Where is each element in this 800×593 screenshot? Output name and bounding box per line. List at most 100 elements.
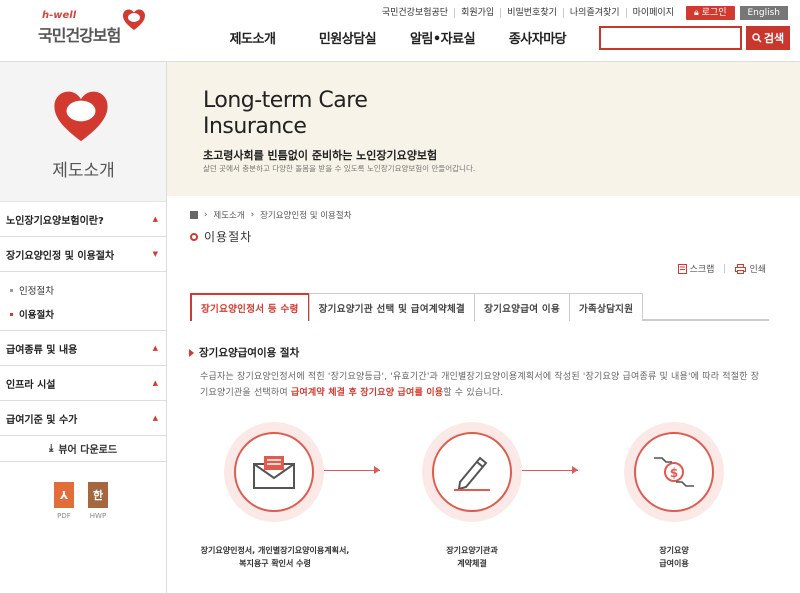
sidebar-submenu: 인정절차 이용절차 [0, 272, 166, 331]
flow-step-label-line: 급여이용 [659, 559, 689, 568]
util-link-mypage[interactable]: 마이페이지 [625, 8, 680, 18]
breadcrumb-item[interactable]: 제도소개 [213, 209, 244, 221]
utility-nav: 국민건강보험공단 회원가입 비밀번호찾기 나의즐겨찾기 마이페이지 🔒︎ 로그인… [376, 6, 788, 20]
pdf-icon: ⅄ [54, 482, 74, 508]
scrap-button[interactable]: 스크랩 [677, 262, 715, 275]
section-title-text: 장기요양급여이용 절차 [199, 347, 300, 359]
page-title: 이용절차 [190, 228, 252, 245]
section-title: 장기요양급여이용 절차 [189, 345, 299, 360]
flow-step-3-label: 장기요양 급여이용 [614, 544, 734, 570]
login-label: 로그인 [701, 8, 727, 18]
util-link-signup[interactable]: 회원가입 [454, 8, 500, 18]
sidebar-item-label: 노인장기요양보험이란? [6, 215, 104, 227]
nav-item-notice[interactable]: 알림•자료실 [395, 28, 490, 47]
hwp-viewer-label: HWP [89, 512, 107, 520]
banner-subtitle: 초고령사회를 빈틈없이 준비하는 노인장기요양보험 [203, 149, 438, 162]
search-icon [752, 33, 762, 43]
chevron-up-icon: ▲ [152, 215, 158, 223]
sidebar-header: 제도소개 [0, 62, 166, 202]
arrow-right-icon [374, 466, 380, 474]
viewer-download-button[interactable]: ⤓ 뷰어 다운로드 [0, 436, 166, 462]
tab-select-facility[interactable]: 장기요양기관 선택 및 급여계약체결 [308, 293, 476, 321]
sidebar-item-fees[interactable]: 급여기준 및 수가 ▲ [0, 401, 166, 436]
nav-item-worker[interactable]: 종사자마당 [490, 28, 585, 47]
nav-item-consult[interactable]: 민원상담실 [300, 28, 395, 47]
print-icon [735, 263, 747, 274]
main-nav: 제도소개 민원상담실 알림•자료실 종사자마당 [205, 28, 585, 47]
lock-icon: 🔒︎ [693, 8, 699, 18]
tab-family-counsel[interactable]: 가족상담지원 [569, 293, 644, 321]
bullet-icon [10, 312, 13, 316]
flow-connector [522, 470, 578, 471]
sidebar-item-label: 급여종류 및 내용 [6, 344, 78, 356]
chevron-up-icon: ▲ [152, 379, 158, 387]
heart-emblem-icon [54, 91, 108, 142]
chevron-up-icon: ▲ [152, 414, 158, 422]
sidebar-item-about-ltc[interactable]: 노인장기요양보험이란? ▲ [0, 202, 166, 237]
hwp-viewer-link[interactable]: 한 HWP [86, 482, 110, 520]
viewer-links: ⅄ PDF 한 HWP [52, 482, 110, 520]
viewer-download-label: 뷰어 다운로드 [58, 445, 118, 456]
english-button[interactable]: English [739, 6, 788, 20]
sidebar-subitem-label: 인정절차 [19, 286, 54, 297]
page-tools: 스크랩 인쇄 [677, 262, 766, 275]
chevron-down-icon: ▼ [152, 250, 158, 258]
flow-step-label-line: 계약체결 [457, 559, 487, 568]
pdf-viewer-link[interactable]: ⅄ PDF [52, 482, 76, 520]
sidebar-item-procedure[interactable]: 장기요양인정 및 이용절차 ▼ [0, 237, 166, 272]
desc-highlight: 급여계약 체결 후 장기요양 급여를 이용 [290, 388, 444, 398]
scrap-icon [677, 263, 687, 274]
tab-receive-certificate[interactable]: 장기요양인정서 등 수령 [190, 293, 310, 321]
money-hand-icon: $ [654, 457, 694, 487]
banner-title: Long-term Care Insurance [203, 88, 368, 140]
tab-use-benefit[interactable]: 장기요양급여 이용 [474, 293, 570, 321]
scrap-label: 스크랩 [689, 265, 715, 275]
search-button-label: 검색 [763, 32, 785, 45]
logo-tagline: h-well [42, 10, 77, 21]
flow-step-label-line: 장기요양인정서, 개인별장기요양이용계획서, [200, 546, 350, 555]
bullet-icon [10, 288, 13, 292]
sidebar-item-benefit-types[interactable]: 급여종류 및 내용 ▲ [0, 331, 166, 366]
util-link-find-password[interactable]: 비밀번호찾기 [500, 8, 563, 18]
hero-banner: Long-term Care Insurance 초고령사회를 빈틈없이 준비하… [167, 62, 800, 196]
search-input[interactable] [599, 26, 742, 50]
print-button[interactable]: 인쇄 [735, 262, 766, 275]
chevron-up-icon: ▲ [152, 344, 158, 352]
home-icon[interactable] [190, 211, 198, 219]
util-link-favorites[interactable]: 나의즐겨찾기 [562, 8, 626, 18]
desc-text-end: 할 수 있습니다. [443, 388, 504, 398]
search-button[interactable]: 검색 [746, 26, 790, 50]
breadcrumb-item[interactable]: 장기요양인정 및 이용절차 [260, 209, 351, 221]
ring-bullet-icon [190, 232, 198, 241]
banner-description: 살던 곳에서 충분하고 다양한 돌봄을 받을 수 있도록 노인장기요양보험이 만… [203, 164, 476, 173]
nav-item-intro[interactable]: 제도소개 [205, 28, 300, 47]
divider [724, 264, 726, 273]
util-link-nhis[interactable]: 국민건강보험공단 [376, 8, 454, 18]
flow-step-label-line: 복지용구 확인서 수령 [239, 559, 311, 568]
banner-title-line1: Long-term Care [203, 88, 368, 113]
sidebar-subitem-label: 이용절차 [19, 310, 54, 321]
flow-connector [324, 470, 380, 471]
sidebar-item-infra[interactable]: 인프라 시설 ▲ [0, 366, 166, 401]
envelope-icon [253, 456, 295, 489]
sidebar-subitem-recognition[interactable]: 인정절차 [0, 278, 166, 302]
flow-step-label-line: 장기요양 [659, 546, 689, 555]
sidebar-item-label: 장기요양인정 및 이용절차 [6, 250, 115, 262]
login-button[interactable]: 🔒︎ 로그인 [685, 6, 735, 20]
sidebar-subitem-usage[interactable]: 이용절차 [0, 302, 166, 326]
chevron-right-icon: › [204, 210, 208, 220]
sidebar-title: 제도소개 [52, 161, 115, 181]
logo-name: 국민건강보험 [38, 26, 121, 45]
flow-step-3: $ [624, 422, 724, 522]
section-description: 수급자는 장기요양인정서에 적힌 '장기요양등급', '유효기간'과 개인별장기… [200, 369, 760, 401]
chevron-right-icon: › [250, 210, 255, 220]
flow-step-1 [224, 422, 324, 522]
triangle-bullet-icon [189, 348, 194, 357]
heart-logo-icon [123, 9, 145, 30]
pen-sign-icon [454, 456, 490, 491]
site-logo[interactable]: h-well 국민건강보험 [38, 8, 150, 48]
process-flow: $ 장기요양인정서, 개인별장기요양이용계획서, 복지용구 확인서 수령 장기요… [200, 420, 760, 593]
pdf-viewer-label: PDF [57, 512, 71, 520]
banner-title-line2: Insurance [203, 114, 307, 139]
sidebar-menu: 노인장기요양보험이란? ▲ 장기요양인정 및 이용절차 ▼ 인정절차 이용절차 … [0, 202, 166, 462]
